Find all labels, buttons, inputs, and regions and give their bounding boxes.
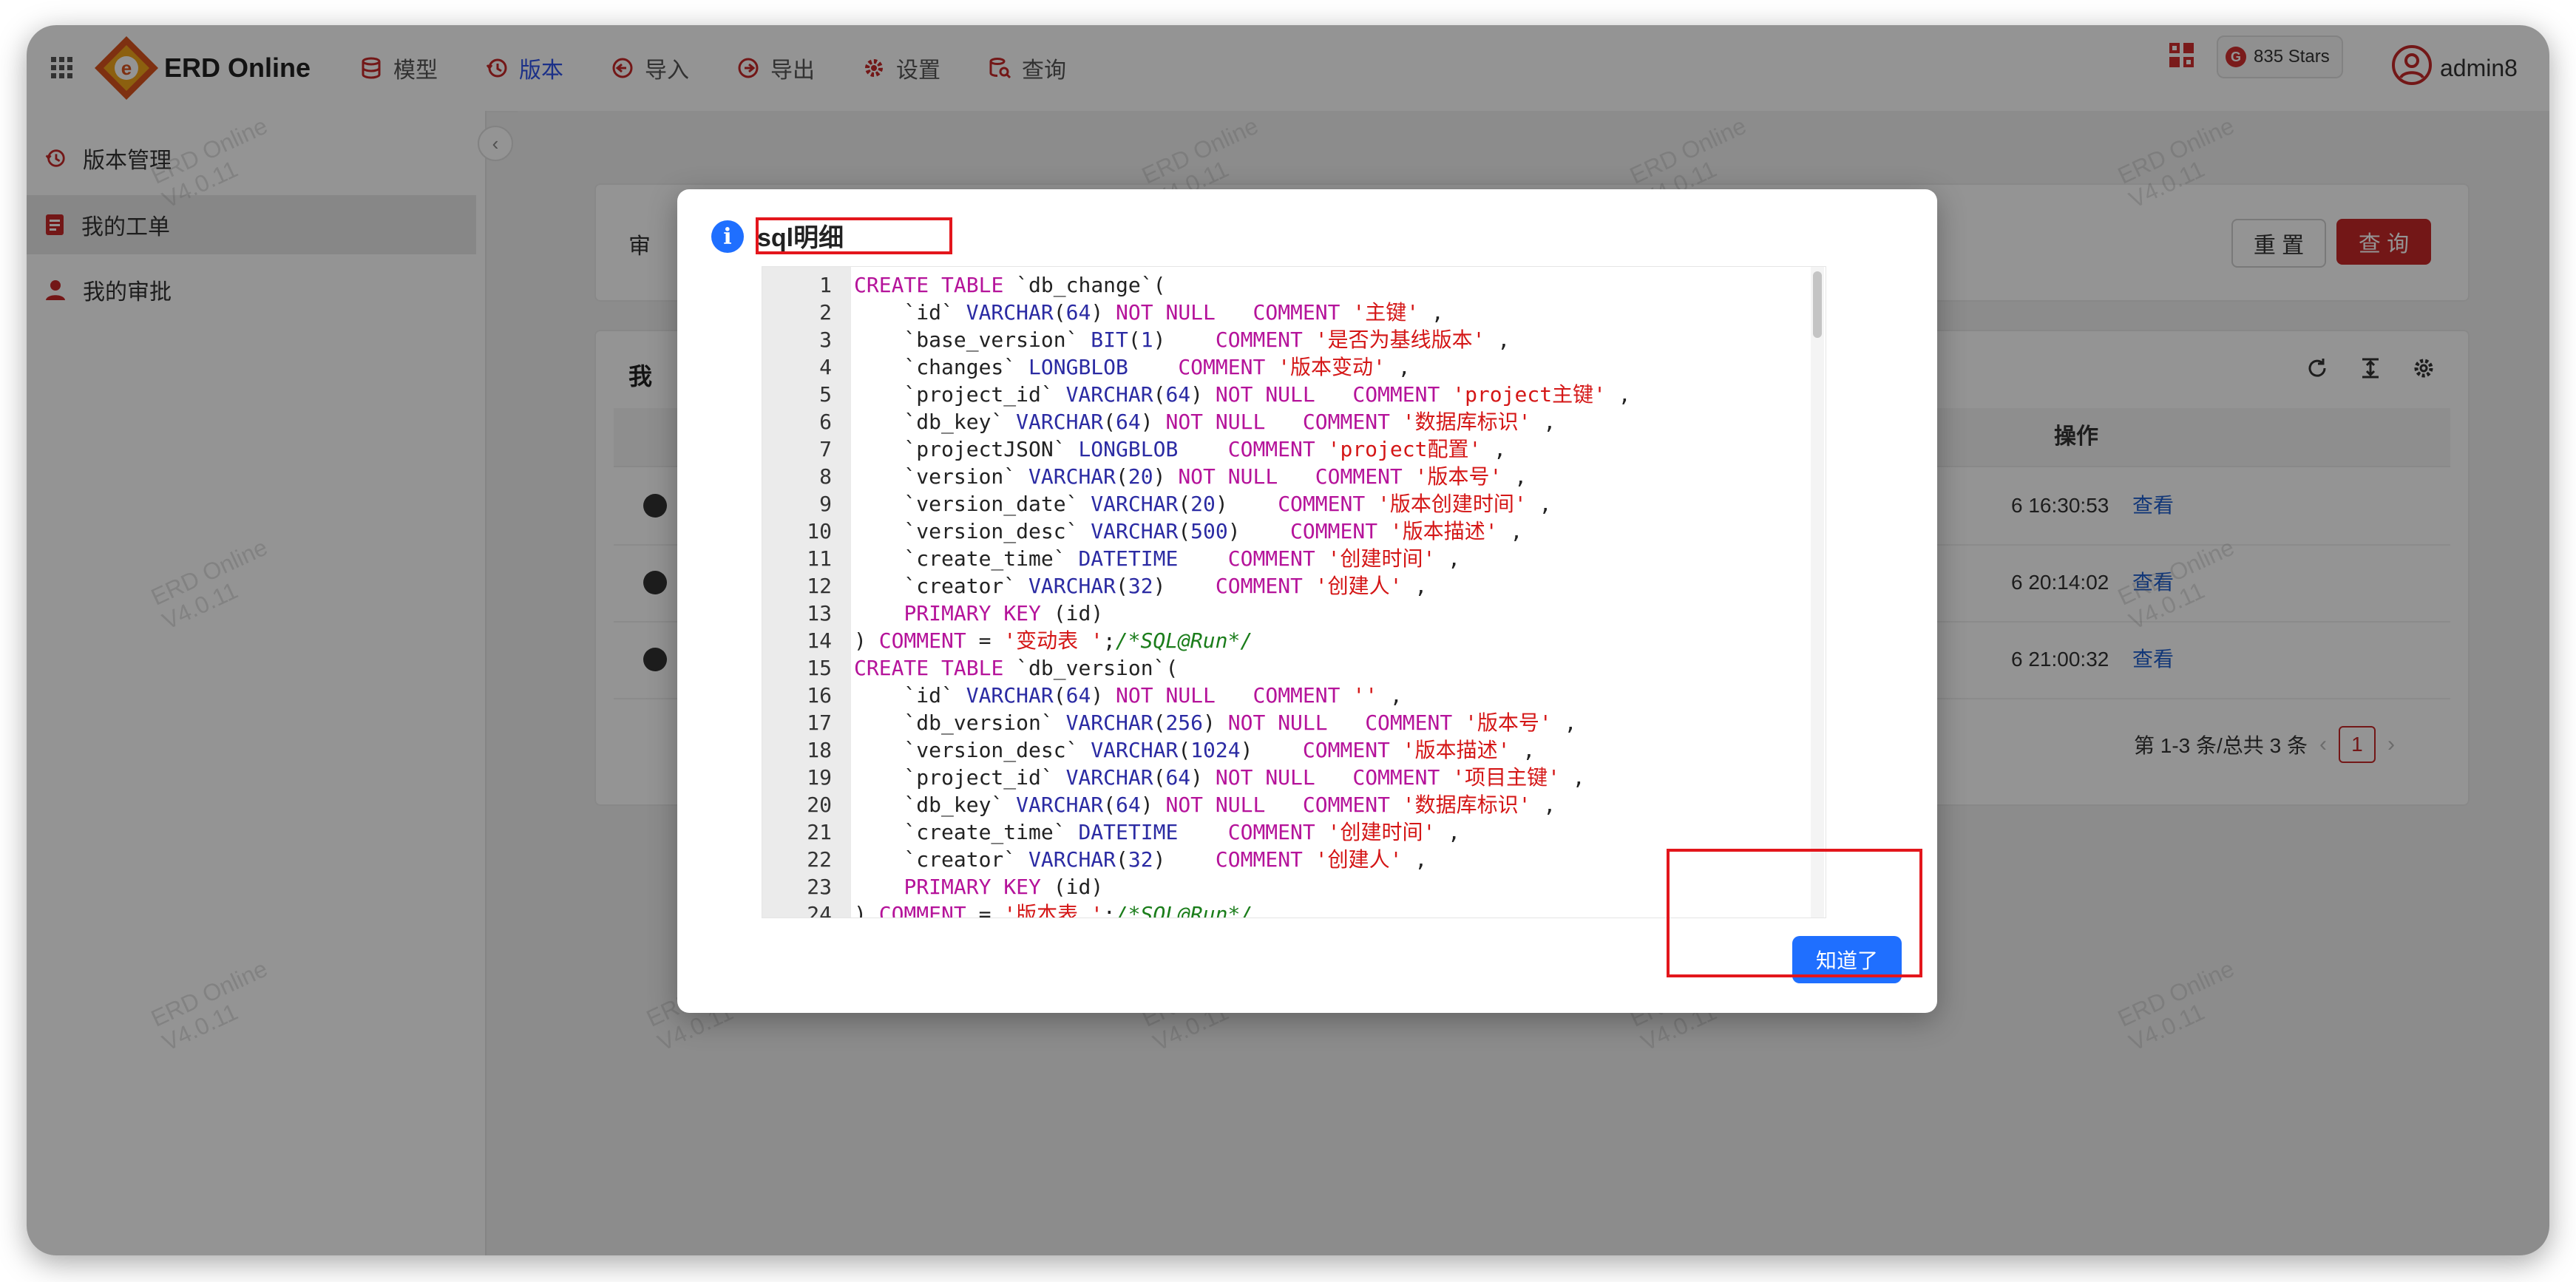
code-text: PRIMARY KEY (id) [904, 875, 1104, 899]
line-number: 22 [807, 847, 832, 872]
code-text: CREATE TABLE `db_version`( [854, 656, 1179, 680]
line-number: 19 [807, 765, 832, 790]
code-text: `db_key` VARCHAR(64) NOT NULL COMMENT '数… [854, 410, 1556, 434]
code-text: `creator` VARCHAR(32) COMMENT '创建人' , [854, 574, 1428, 598]
code-text: `version_date` VARCHAR(20) COMMENT '版本创建… [854, 492, 1552, 516]
line-number: 21 [807, 820, 832, 844]
code-text: ) COMMENT = '变动表 ';/*SQL@Run*/ [854, 628, 1253, 653]
code-text: `db_version` VARCHAR(256) NOT NULL COMME… [854, 710, 1577, 735]
highlight-box-ok-button [1667, 849, 1922, 977]
code-text: `version` VARCHAR(20) NOT NULL COMMENT '… [854, 464, 1528, 489]
info-icon: i [711, 220, 744, 253]
code-text: `version_desc` VARCHAR(500) COMMENT '版本描… [854, 519, 1523, 543]
line-number: 14 [807, 628, 832, 653]
line-number: 3 [819, 328, 832, 352]
line-number: 17 [807, 710, 832, 735]
code-text: `create_time` DATETIME COMMENT '创建时间' , [854, 546, 1461, 571]
line-number: 23 [807, 875, 832, 899]
line-number: 5 [819, 382, 832, 407]
line-number: 4 [819, 355, 832, 379]
code-text: ) COMMENT = '版本表 ';/*SQL@Run*/ [854, 902, 1253, 918]
sql-code-editor[interactable]: 1 CREATE TABLE `db_change`( 2 `id` VARCHAR… [762, 266, 1826, 918]
line-number: 18 [807, 738, 832, 762]
code-text: `db_key` VARCHAR(64) NOT NULL COMMENT '数… [854, 793, 1556, 817]
line-number: 7 [819, 437, 832, 461]
code-text: `changes` LONGBLOB COMMENT '版本变动' , [854, 355, 1411, 379]
line-number: 20 [807, 793, 832, 817]
line-number: 10 [807, 519, 832, 543]
code-text: `id` VARCHAR(64) NOT NULL COMMENT '主键' , [854, 300, 1444, 325]
line-number: 6 [819, 410, 832, 434]
line-number: 16 [807, 683, 832, 708]
code-text: `project_id` VARCHAR(64) NOT NULL COMMEN… [854, 382, 1631, 407]
line-number: 1 [819, 273, 832, 297]
line-number: 8 [819, 464, 832, 489]
line-number: 11 [807, 546, 832, 571]
code-text: `base_version` BIT(1) COMMENT '是否为基线版本' … [854, 328, 1511, 352]
line-number: 13 [807, 601, 832, 625]
line-number: 12 [807, 574, 832, 598]
code-text: `id` VARCHAR(64) NOT NULL COMMENT '' , [854, 683, 1403, 708]
code-text: `project_id` VARCHAR(64) NOT NULL COMMEN… [854, 765, 1585, 790]
line-number: 9 [819, 492, 832, 516]
code-text: `create_time` DATETIME COMMENT '创建时间' , [854, 820, 1461, 844]
code-text: `version_desc` VARCHAR(1024) COMMENT '版本… [854, 738, 1536, 762]
scrollbar-thumb[interactable] [1813, 271, 1822, 338]
line-number: 2 [819, 300, 832, 325]
vertical-scrollbar[interactable] [1811, 267, 1824, 918]
line-number: 24 [807, 902, 832, 918]
code-text: CREATE TABLE `db_change`( [854, 273, 1166, 297]
code-text: `projectJSON` LONGBLOB COMMENT 'project配… [854, 437, 1507, 461]
app-window: e ERD Online 模型 版本 导入 导出 设置 查询 G 835 Sta… [27, 25, 2549, 1255]
line-number: 15 [807, 656, 832, 680]
code-text: PRIMARY KEY (id) [904, 601, 1104, 625]
highlight-box-title [756, 217, 952, 254]
code-text: `creator` VARCHAR(32) COMMENT '创建人' , [854, 847, 1428, 872]
